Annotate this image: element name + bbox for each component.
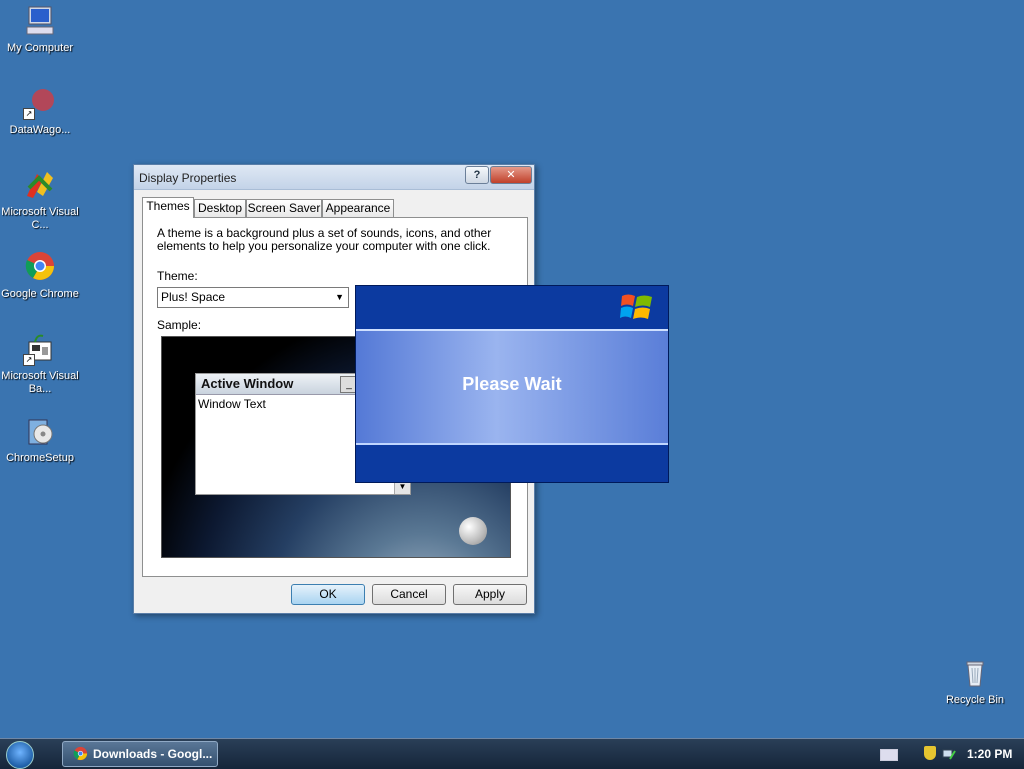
theme-select-value: Plus! Space bbox=[161, 290, 226, 304]
desktop-icon-google-chrome[interactable]: Google Chrome bbox=[0, 250, 80, 301]
taskbar: Downloads - Googl... 1:20 PM bbox=[0, 738, 1024, 769]
recycle-bin-icon bbox=[958, 656, 992, 690]
computer-icon bbox=[23, 4, 57, 38]
datawago-icon: ↗ bbox=[23, 86, 57, 120]
visual-c-icon bbox=[23, 168, 57, 202]
tab-themes[interactable]: Themes bbox=[142, 197, 194, 218]
chrome-icon bbox=[23, 250, 57, 284]
installer-icon bbox=[23, 414, 57, 448]
apply-button[interactable]: Apply bbox=[453, 584, 527, 605]
desktop-icon-chromesetup[interactable]: ChromeSetup bbox=[0, 414, 80, 465]
moon-icon bbox=[459, 517, 487, 545]
theme-select[interactable]: Plus! Space ▼ bbox=[157, 287, 349, 308]
dialog-titlebar[interactable]: Display Properties ? ✕ bbox=[134, 165, 534, 190]
desktop-icon-label: Google Chrome bbox=[1, 288, 79, 300]
tab-desktop[interactable]: Desktop bbox=[194, 199, 246, 217]
security-shield-icon[interactable] bbox=[924, 746, 936, 760]
theme-description: A theme is a background plus a set of so… bbox=[157, 226, 492, 253]
desktop-icon-my-computer[interactable]: My Computer bbox=[0, 4, 80, 55]
start-button[interactable] bbox=[6, 741, 34, 769]
ok-button[interactable]: OK bbox=[291, 584, 365, 605]
close-button[interactable]: ✕ bbox=[490, 166, 532, 184]
taskbar-item-downloads[interactable]: Downloads - Googl... bbox=[62, 741, 218, 767]
shortcut-arrow-icon: ↗ bbox=[23, 354, 35, 366]
desktop-icon-label: ChromeSetup bbox=[6, 452, 74, 464]
network-icon[interactable] bbox=[942, 747, 956, 761]
desktop-icon-datawago[interactable]: ↗ DataWago... bbox=[0, 86, 80, 137]
taskbar-item-label: Downloads - Googl... bbox=[93, 747, 213, 761]
please-wait-dialog: Please Wait bbox=[355, 285, 669, 483]
sample-window-text: Window Text bbox=[198, 397, 266, 411]
desktop-icon-microsoft-visual-ba[interactable]: ↗ Microsoft Visual Ba... bbox=[0, 332, 80, 396]
chrome-icon bbox=[73, 746, 88, 761]
shortcut-arrow-icon: ↗ bbox=[23, 108, 35, 120]
help-button[interactable]: ? bbox=[465, 166, 489, 184]
windows-logo-icon bbox=[620, 294, 652, 319]
desktop-icon-label: Microsoft Visual Ba... bbox=[1, 370, 79, 395]
desktop-icon-label: Microsoft Visual C... bbox=[1, 206, 79, 231]
chevron-down-icon[interactable]: ▼ bbox=[335, 288, 344, 307]
theme-label: Theme: bbox=[157, 269, 198, 283]
clock[interactable]: 1:20 PM bbox=[967, 747, 1012, 761]
keyboard-icon[interactable] bbox=[880, 749, 898, 761]
cancel-button[interactable]: Cancel bbox=[372, 584, 446, 605]
desktop-icon-recycle-bin[interactable]: Recycle Bin bbox=[935, 656, 1015, 707]
desktop-icon-microsoft-visual-c[interactable]: Microsoft Visual C... bbox=[0, 168, 80, 232]
dialog-title: Display Properties bbox=[139, 171, 237, 185]
tab-screen-saver[interactable]: Screen Saver bbox=[246, 199, 322, 217]
desktop-icon-label: My Computer bbox=[6, 42, 74, 54]
desktop-icon-label: DataWago... bbox=[9, 124, 71, 136]
visual-basic-icon: ↗ bbox=[23, 332, 57, 366]
sample-label: Sample: bbox=[157, 318, 202, 332]
please-wait-message: Please Wait bbox=[462, 374, 562, 394]
desktop-icon-label: Recycle Bin bbox=[945, 694, 1005, 706]
tab-appearance[interactable]: Appearance bbox=[322, 199, 394, 217]
